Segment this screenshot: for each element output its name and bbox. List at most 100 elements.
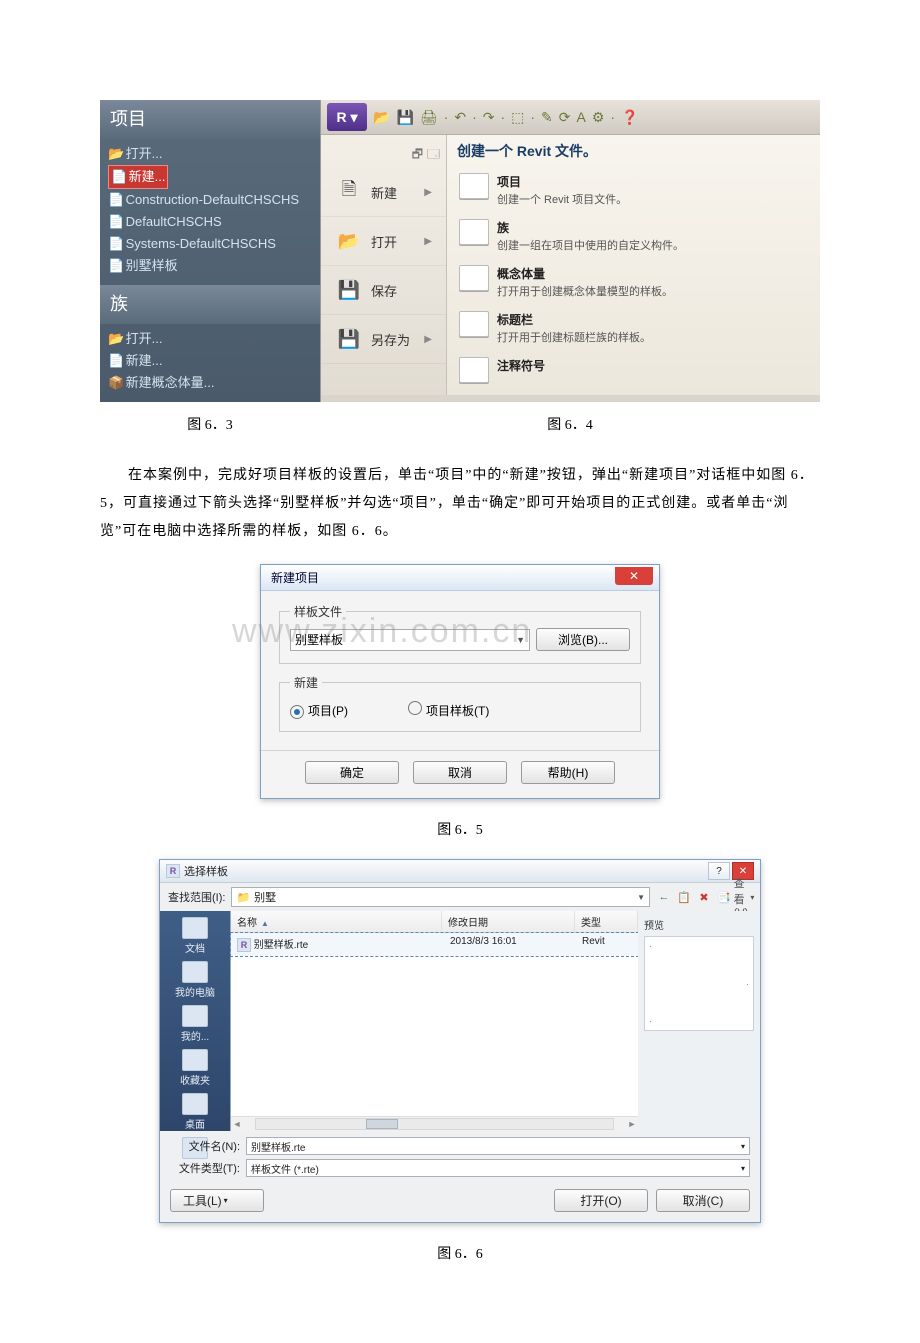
chevron-right-icon: ▶ xyxy=(424,187,432,198)
modify-icon[interactable]: ✎ xyxy=(541,109,553,126)
menu-save-as[interactable]: 💾另存为▶ xyxy=(321,315,446,364)
new-project-item[interactable]: 项目创建一个 Revit 项目文件。 xyxy=(457,167,810,213)
horizontal-scrollbar[interactable]: ◄ ► xyxy=(231,1116,638,1131)
radio-project[interactable]: 项目(P) xyxy=(290,702,348,719)
recent-project-item[interactable]: 📄 Construction-DefaultCHSCHS xyxy=(108,189,312,211)
print-icon[interactable]: 🖨 xyxy=(420,109,438,126)
menu-new[interactable]: 🗎新建▶ xyxy=(321,168,446,217)
help-button[interactable]: ? xyxy=(708,862,730,880)
recent-project-item[interactable]: 📄 DefaultCHSCHS xyxy=(108,211,312,233)
cancel-button[interactable]: 取消(C) xyxy=(656,1189,750,1212)
radio-icon xyxy=(290,705,304,719)
project-icon xyxy=(459,173,489,199)
sync-icon[interactable]: ⟳ xyxy=(559,109,571,126)
lookin-combo[interactable]: 📁 别墅 ▼ xyxy=(231,887,650,907)
scroll-left-icon[interactable]: ◄ xyxy=(231,1119,243,1129)
recent-project-item[interactable]: 📄 别墅样板 xyxy=(108,255,312,277)
menu-save[interactable]: 💾保存 xyxy=(321,266,446,315)
save-as-icon: 💾 xyxy=(335,325,363,353)
combo-value: 别墅样板 xyxy=(295,631,343,648)
measure-icon[interactable]: ⬚ xyxy=(511,109,524,126)
help-button[interactable]: 帮助(H) xyxy=(521,761,615,784)
help-icon[interactable]: ❓ xyxy=(621,109,638,126)
recent-family-list: 📂 打开... 📄 新建... 📦 新建概念体量... xyxy=(100,324,320,402)
text-icon[interactable]: A xyxy=(577,109,586,126)
close-button[interactable]: ✕ xyxy=(615,567,653,585)
cancel-button[interactable]: 取消 xyxy=(413,761,507,784)
recent-files-panel: 项目 📂 打开... 📄 新建... 📄 Construction-Defaul… xyxy=(100,100,320,402)
new-mass-item[interactable]: 概念体量打开用于创建概念体量模型的样板。 xyxy=(457,259,810,305)
dialog-title: 新建项目 ✕ xyxy=(261,565,659,591)
recent-family-new-mass[interactable]: 📦 新建概念体量... xyxy=(108,372,312,394)
revit-logo-icon: R ▾ xyxy=(336,109,357,126)
file-type: Revit xyxy=(576,933,638,955)
file-icon: 📄 xyxy=(111,166,125,188)
new-folder-icon[interactable]: 📑 xyxy=(716,889,732,905)
open-button[interactable]: 打开(O) xyxy=(554,1189,648,1212)
delete-icon[interactable]: ✖ xyxy=(696,889,712,905)
radio-template[interactable]: 项目样板(T) xyxy=(408,701,489,719)
new-legend: 新建 xyxy=(290,674,322,691)
titleblock-icon xyxy=(459,311,489,337)
label: 新建... xyxy=(129,169,166,184)
label: 打开 xyxy=(371,232,397,251)
tools-button[interactable]: 工具(L)▾ xyxy=(170,1189,264,1212)
label: 查看(V) xyxy=(734,889,749,905)
chevron-right-icon: ▶ xyxy=(424,236,432,247)
chevron-down-icon: ▾ xyxy=(750,889,754,905)
ok-button[interactable]: 确定 xyxy=(305,761,399,784)
place-my-computer[interactable]: 我的电脑 xyxy=(160,959,230,1001)
place-desktop[interactable]: 桌面 xyxy=(160,1091,230,1133)
browse-button[interactable]: 浏览(B)... xyxy=(536,628,630,651)
folder-open-icon: 📂 xyxy=(108,143,122,165)
col-date-header[interactable]: 修改日期 xyxy=(442,911,575,932)
recent-docs-icon[interactable]: 🗗 xyxy=(412,145,423,166)
file-icon: 📄 xyxy=(108,255,122,277)
recent-projects-header: 项目 xyxy=(100,100,320,139)
col-name-header[interactable]: 名称▲ xyxy=(231,911,442,932)
label: 打开... xyxy=(126,331,163,346)
template-combo[interactable]: 别墅样板 ▼ xyxy=(290,629,530,651)
chevron-down-icon: ▼ xyxy=(637,893,645,902)
place-favorites[interactable]: 收藏夹 xyxy=(160,1047,230,1089)
recent-family-new[interactable]: 📄 新建... xyxy=(108,350,312,372)
label: 另存为 xyxy=(371,330,410,349)
new-titleblock-item[interactable]: 标题栏打开用于创建标题栏族的样板。 xyxy=(457,305,810,351)
filetype-input[interactable]: 样板文件 (*.rte)▾ xyxy=(246,1159,750,1177)
template-group: 样板文件 别墅样板 ▼ 浏览(B)... xyxy=(279,603,641,664)
title: 注释符号 xyxy=(497,357,545,374)
redo-icon[interactable]: ↷ xyxy=(483,109,495,126)
save-icon[interactable]: 💾 xyxy=(396,109,413,126)
recent-project-new[interactable]: 📄 新建... xyxy=(108,165,168,189)
new-annotation-item[interactable]: 注释符号 xyxy=(457,351,810,389)
scroll-right-icon[interactable]: ► xyxy=(626,1119,638,1129)
settings-icon[interactable]: ⚙ xyxy=(592,109,605,126)
scroll-track[interactable] xyxy=(255,1118,614,1130)
place-documents[interactable]: 文档 xyxy=(160,915,230,957)
separator-icon: · xyxy=(610,109,615,126)
undo-icon[interactable]: ↶ xyxy=(454,109,466,126)
scroll-thumb[interactable] xyxy=(366,1119,398,1129)
label: 桌面 xyxy=(185,1116,205,1131)
place-my-network[interactable]: 我的... xyxy=(160,1003,230,1045)
filename-input[interactable]: 别墅样板.rte▾ xyxy=(246,1137,750,1155)
open-icon[interactable]: 📂 xyxy=(373,109,390,126)
label: 项目(P) xyxy=(308,704,348,718)
application-button[interactable]: R ▾ xyxy=(327,103,367,131)
app-menu-right: 创建一个 Revit 文件。 项目创建一个 Revit 项目文件。 族创建一组在… xyxy=(447,135,820,395)
recent-project-item[interactable]: 📄 Systems-DefaultCHSCHS xyxy=(108,233,312,255)
title: 项目 xyxy=(497,173,627,190)
view-menu[interactable]: 查看(V)▾ xyxy=(736,889,752,905)
new-family-item[interactable]: 族创建一组在项目中使用的自定义构件。 xyxy=(457,213,810,259)
menu-open[interactable]: 📂打开▶ xyxy=(321,217,446,266)
recent-project-open[interactable]: 📂 打开... xyxy=(108,143,312,165)
file-row[interactable]: R 别墅样板.rte 2013/8/3 16:01 Revit xyxy=(231,933,638,956)
file-list-header: 名称▲ 修改日期 类型 xyxy=(231,911,638,933)
recent-family-open[interactable]: 📂 打开... xyxy=(108,328,312,350)
label: DefaultCHSCHS xyxy=(126,214,222,229)
open-docs-icon[interactable]: 🗔 xyxy=(427,145,440,166)
up-folder-icon[interactable]: 📋 xyxy=(676,889,692,905)
back-icon[interactable]: ← xyxy=(656,889,672,905)
col-type-header[interactable]: 类型 xyxy=(575,911,638,932)
label: 文档 xyxy=(185,940,205,955)
